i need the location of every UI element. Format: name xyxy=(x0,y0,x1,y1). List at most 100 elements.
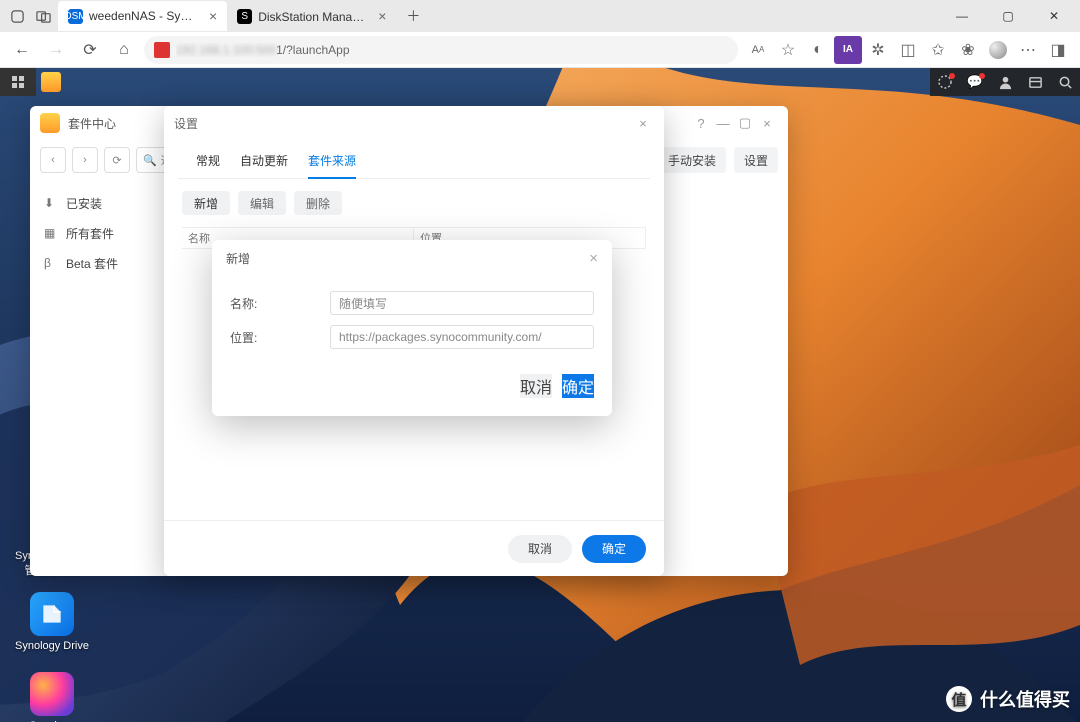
tray-widgets-icon[interactable] xyxy=(1020,68,1050,96)
tab-close-icon[interactable]: × xyxy=(209,8,217,24)
location-input[interactable] xyxy=(330,325,594,349)
tray-search-icon[interactable] xyxy=(1050,68,1080,96)
favorites-icon[interactable]: ✩ xyxy=(924,36,952,64)
dialog-close-button[interactable]: × xyxy=(632,112,654,134)
nav-forward-button[interactable]: › xyxy=(72,147,98,173)
collections-icon[interactable]: ❀ xyxy=(954,36,982,64)
minimize-button[interactable]: — xyxy=(712,112,734,134)
tab-actions-icon[interactable] xyxy=(34,7,52,25)
tab-label: DiskStation Manager 7.2 | 群晖… xyxy=(258,8,368,25)
main-menu-button[interactable] xyxy=(0,68,36,96)
home-button[interactable]: ⌂ xyxy=(110,36,138,64)
desktop-icon-drive[interactable]: Synology Drive xyxy=(12,592,92,652)
app-icon xyxy=(30,672,74,716)
modal-ok-button[interactable]: 确定 xyxy=(562,374,594,398)
desktop-icon-photos[interactable]: Synology Photos xyxy=(12,672,92,722)
taskbar-app-package-center[interactable] xyxy=(36,68,66,96)
package-sidebar: ⬇ 已安装 ▦ 所有套件 β Beta 套件 xyxy=(30,180,158,576)
name-input[interactable] xyxy=(330,291,594,315)
settings-button[interactable]: 设置 xyxy=(734,147,778,173)
add-source-button[interactable]: 新增 xyxy=(182,191,230,215)
nav-back-button[interactable]: ← xyxy=(8,36,36,64)
watermark: 值 什么值得买 xyxy=(946,686,1070,712)
favorite-star-icon[interactable]: ☆ xyxy=(774,36,802,64)
sources-toolbar: 新增 编辑 删除 xyxy=(164,179,664,227)
tracking-shield-icon[interactable]: ◐ xyxy=(804,36,832,64)
manual-install-button[interactable]: 手动安装 xyxy=(658,147,726,173)
sidebar-item-all[interactable]: ▦ 所有套件 xyxy=(30,218,158,248)
location-label: 位置: xyxy=(230,329,330,346)
tab-auto-update[interactable]: 自动更新 xyxy=(240,146,288,178)
add-source-modal: 新增 × 名称: 位置: 取消 确定 xyxy=(212,240,612,416)
sidebar-item-label: 所有套件 xyxy=(66,225,114,242)
nav-back-button[interactable]: ‹ xyxy=(40,147,66,173)
profile-icon[interactable] xyxy=(8,7,26,25)
tray-chat-icon[interactable]: 💬 xyxy=(960,68,990,96)
modal-cancel-button[interactable]: 取消 xyxy=(520,374,552,398)
tab-strip: DSM weedenNAS - Synology NAS × S DiskSta… xyxy=(58,0,940,32)
profile-avatar-icon[interactable] xyxy=(984,36,1012,64)
tab-dsm-site[interactable]: S DiskStation Manager 7.2 | 群晖… × xyxy=(227,1,396,31)
text-size-icon[interactable]: AA xyxy=(744,36,772,64)
modal-footer: 取消 确定 xyxy=(212,360,612,402)
tab-label: weedenNAS - Synology NAS xyxy=(89,9,199,23)
cancel-button[interactable]: 取消 xyxy=(508,535,572,563)
sidebar-item-beta[interactable]: β Beta 套件 xyxy=(30,248,158,278)
delete-source-button: 删除 xyxy=(294,191,342,215)
url-text: 1/?launchApp xyxy=(276,43,349,57)
maximize-button[interactable]: ▢ xyxy=(734,112,756,134)
sidebar-item-installed[interactable]: ⬇ 已安装 xyxy=(30,188,158,218)
site-identity-icon[interactable] xyxy=(154,42,170,58)
tab-close-icon[interactable]: × xyxy=(378,8,386,24)
desktop-icon-label: Synology Drive xyxy=(15,640,89,652)
modal-title: 新增 xyxy=(226,250,250,267)
window-title: 套件中心 xyxy=(68,115,116,132)
ia-extension-icon[interactable]: IA xyxy=(834,36,862,64)
dialog-title: 设置 xyxy=(174,115,198,132)
browser-titlebar: DSM weedenNAS - Synology NAS × S DiskSta… xyxy=(0,0,1080,32)
search-icon: 🔍 xyxy=(143,154,157,167)
window-minimize-button[interactable]: — xyxy=(940,1,984,31)
watermark-badge-icon: 值 xyxy=(946,686,972,712)
favicon-synology-icon: DSM xyxy=(68,9,83,24)
tab-general[interactable]: 常规 xyxy=(196,146,220,178)
edit-source-button: 编辑 xyxy=(238,191,286,215)
notification-dot-icon xyxy=(979,73,985,79)
dsm-tray: 💬 xyxy=(930,68,1080,96)
beta-icon: β xyxy=(44,256,58,270)
address-bar[interactable]: 192.168.1.100:5001/?launchApp xyxy=(144,36,738,64)
close-button[interactable]: × xyxy=(756,112,778,134)
refresh-button[interactable]: ⟳ xyxy=(104,147,130,173)
window-close-button[interactable]: ✕ xyxy=(1032,1,1076,31)
window-app-icon xyxy=(40,113,60,133)
ok-button[interactable]: 确定 xyxy=(582,535,646,563)
modal-header[interactable]: 新增 × xyxy=(212,240,612,276)
dialog-header[interactable]: 设置 × xyxy=(164,106,664,140)
browser-toolbar: ← → ⟳ ⌂ 192.168.1.100:5001/?launchApp AA… xyxy=(0,32,1080,68)
grid-icon: ▦ xyxy=(44,226,58,240)
tab-synology-nas[interactable]: DSM weedenNAS - Synology NAS × xyxy=(58,1,227,31)
help-button[interactable]: ? xyxy=(690,112,712,134)
dialog-footer: 取消 确定 xyxy=(164,520,664,576)
window-maximize-button[interactable]: ▢ xyxy=(986,1,1030,31)
favicon-s-icon: S xyxy=(237,9,252,24)
dsm-taskbar: 💬 xyxy=(0,68,1080,96)
sidebar-item-label: 已安装 xyxy=(66,195,102,212)
more-menu-button[interactable]: ⋯ xyxy=(1014,36,1042,64)
extensions-icon[interactable]: ✲ xyxy=(864,36,892,64)
tray-user-icon[interactable] xyxy=(990,68,1020,96)
split-screen-icon[interactable]: ◫ xyxy=(894,36,922,64)
dsm-desktop: 💬 Synology Drive 管理控制台 Synology Drive Sy… xyxy=(0,68,1080,722)
download-icon: ⬇ xyxy=(44,196,58,210)
name-label: 名称: xyxy=(230,295,330,312)
tab-package-sources[interactable]: 套件来源 xyxy=(308,146,356,179)
sidebar-toggle-icon[interactable]: ◨ xyxy=(1044,36,1072,64)
settings-tabs: 常规 自动更新 套件来源 xyxy=(178,140,650,179)
modal-close-button[interactable]: × xyxy=(589,250,598,267)
app-icon xyxy=(30,592,74,636)
tray-activity-icon[interactable] xyxy=(930,68,960,96)
reload-button[interactable]: ⟳ xyxy=(76,36,104,64)
new-tab-button[interactable]: ＋ xyxy=(400,3,426,29)
notification-dot-icon xyxy=(949,73,955,79)
nav-forward-button: → xyxy=(42,36,70,64)
